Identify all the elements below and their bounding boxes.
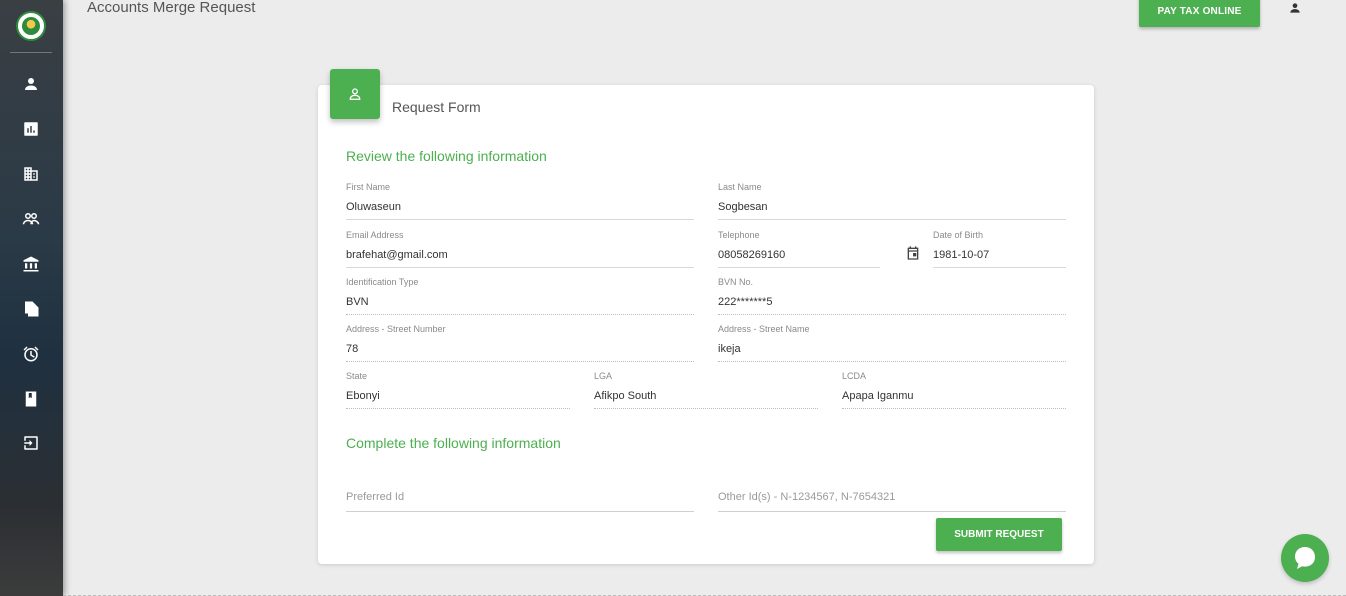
- field-underline: [718, 219, 1066, 220]
- street-number-field: Address - Street Number 78: [346, 324, 694, 362]
- identification-type-label: Identification Type: [346, 277, 419, 287]
- other-ids-field: [718, 487, 1066, 512]
- field-underline: [594, 408, 818, 409]
- bvn-label: BVN No.: [718, 277, 754, 287]
- lcda-value: Apapa Iganmu: [842, 390, 914, 402]
- other-ids-input[interactable]: [718, 489, 1066, 505]
- logout-icon[interactable]: [21, 433, 41, 453]
- email-field: Email Address brafehat@gmail.com: [346, 230, 694, 268]
- user-form-icon: [330, 69, 380, 119]
- field-underline: [718, 267, 880, 268]
- first-name-value: Oluwaseun: [346, 201, 402, 213]
- field-underline: [718, 361, 1066, 362]
- account-icon[interactable]: [1288, 1, 1304, 17]
- bvn-value: 222*******5: [718, 296, 773, 308]
- street-name-field: Address - Street Name ikeja: [718, 324, 1066, 362]
- preferred-id-field: [346, 487, 694, 512]
- identification-type-value: BVN: [346, 296, 369, 308]
- street-name-value: ikeja: [718, 343, 741, 355]
- field-underline: [842, 408, 1066, 409]
- state-field: State Ebonyi: [346, 371, 570, 409]
- street-number-value: 78: [346, 343, 359, 355]
- alarm-icon[interactable]: [21, 344, 41, 364]
- chat-icon[interactable]: [1281, 534, 1329, 582]
- bank-icon[interactable]: [21, 254, 41, 274]
- field-underline: [346, 511, 694, 512]
- state-value: Ebonyi: [346, 390, 380, 402]
- field-underline: [346, 267, 694, 268]
- bvn-field: BVN No. 222*******5: [718, 277, 1066, 315]
- state-label: State: [346, 371, 368, 381]
- telephone-value: 08058269160: [718, 249, 786, 261]
- logo[interactable]: [16, 11, 46, 41]
- submit-request-button[interactable]: SUBMIT REQUEST: [936, 518, 1062, 551]
- last-name-label: Last Name: [718, 182, 762, 192]
- group-icon[interactable]: [21, 209, 41, 229]
- date-of-birth-value: 1981-10-07: [933, 249, 990, 261]
- last-name-value: Sogbesan: [718, 201, 768, 213]
- book-icon[interactable]: [21, 389, 41, 409]
- email-label: Email Address: [346, 230, 404, 240]
- field-underline: [346, 219, 694, 220]
- complete-section-title: Complete the following information: [346, 435, 561, 451]
- telephone-label: Telephone: [718, 230, 760, 240]
- date-of-birth-field: Date of Birth 1981-10-07: [933, 230, 1066, 268]
- field-underline: [718, 511, 1066, 512]
- telephone-field: Telephone 08058269160: [718, 230, 880, 268]
- sidebar: [0, 0, 63, 596]
- lga-field: LGA Afikpo South: [594, 371, 818, 409]
- building-icon[interactable]: [21, 164, 41, 184]
- chart-icon[interactable]: [21, 119, 41, 139]
- lcda-label: LCDA: [842, 371, 867, 381]
- field-underline: [933, 267, 1066, 268]
- lga-label: LGA: [594, 371, 613, 381]
- field-underline: [346, 361, 694, 362]
- last-name-field: Last Name Sogbesan: [718, 182, 1066, 220]
- page-title: Accounts Merge Request: [87, 0, 256, 16]
- lga-value: Afikpo South: [594, 390, 657, 402]
- field-underline: [346, 314, 694, 315]
- review-section-title: Review the following information: [346, 148, 547, 164]
- first-name-field: First Name Oluwaseun: [346, 182, 694, 220]
- documents-icon[interactable]: [21, 299, 41, 319]
- identification-type-field: Identification Type BVN: [346, 277, 694, 315]
- field-underline: [346, 408, 570, 409]
- field-underline: [718, 314, 1066, 315]
- card-title: Request Form: [392, 99, 481, 115]
- person-icon[interactable]: [21, 74, 41, 94]
- logo-emblem: [22, 17, 40, 35]
- first-name-label: First Name: [346, 182, 391, 192]
- sidebar-divider: [10, 52, 52, 53]
- street-number-label: Address - Street Number: [346, 324, 446, 334]
- street-name-label: Address - Street Name: [718, 324, 810, 334]
- preferred-id-input[interactable]: [346, 489, 694, 505]
- date-of-birth-label: Date of Birth: [933, 230, 984, 240]
- calendar-icon[interactable]: [905, 245, 921, 261]
- lcda-field: LCDA Apapa Iganmu: [842, 371, 1066, 409]
- pay-tax-online-button[interactable]: PAY TAX ONLINE: [1139, 0, 1260, 27]
- email-value: brafehat@gmail.com: [346, 249, 448, 261]
